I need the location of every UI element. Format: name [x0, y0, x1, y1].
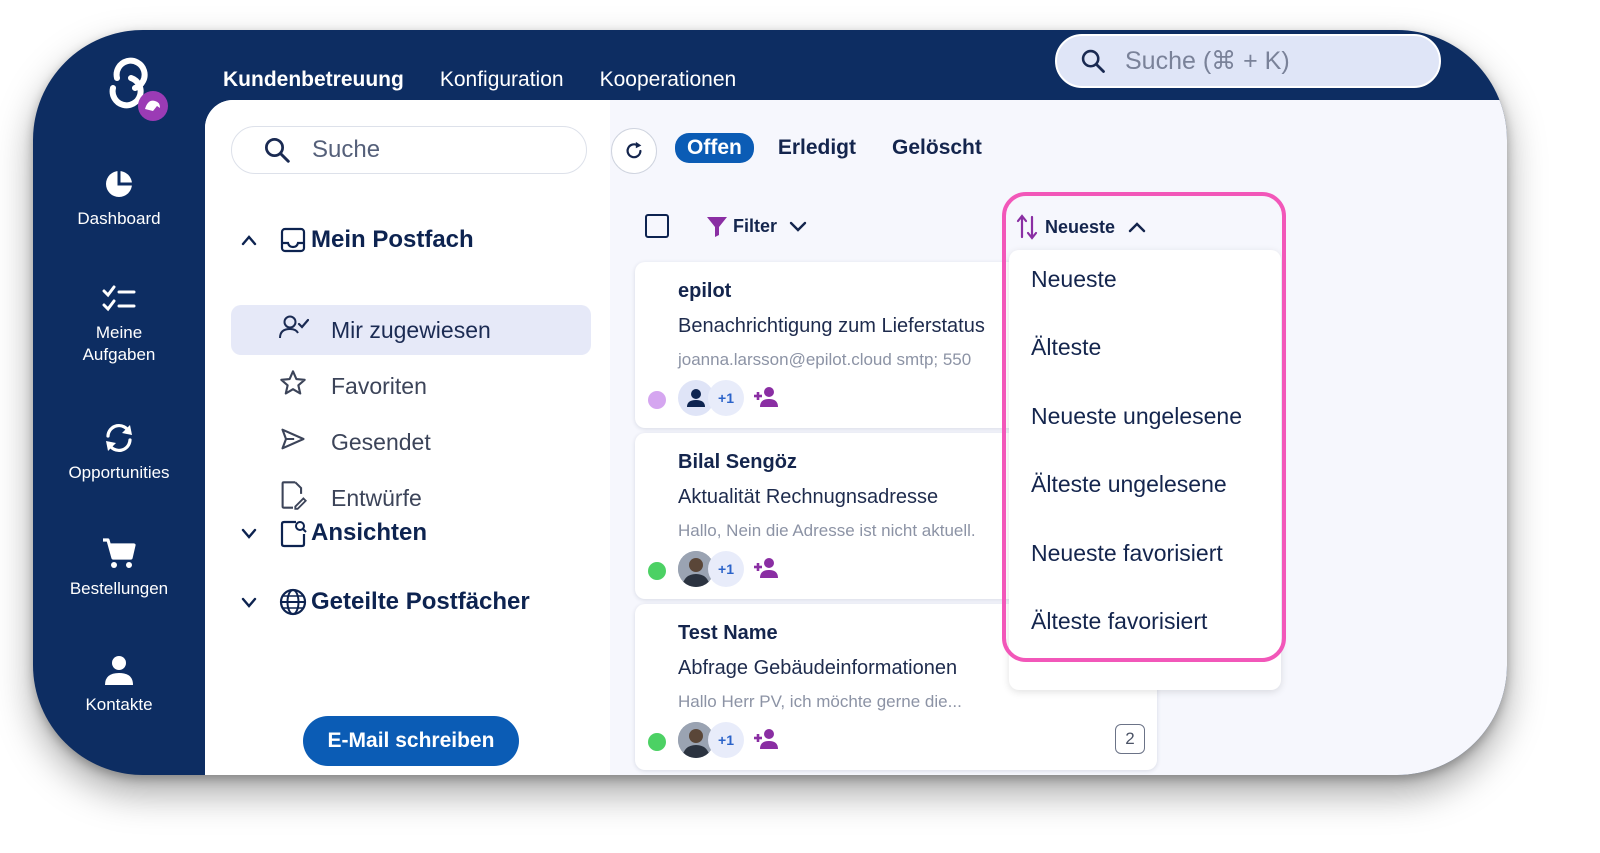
chevron-down-icon: [241, 528, 257, 539]
sort-option-aelteste[interactable]: Älteste: [1031, 334, 1101, 361]
thread-preview: Hallo Herr PV, ich möchte gerne die...: [678, 692, 962, 711]
sort-option-neueste-favorisiert[interactable]: Neueste favorisiert: [1031, 540, 1223, 567]
app-logo[interactable]: [91, 48, 168, 122]
section-geteilte-postfaecher[interactable]: Geteilte Postfächer: [239, 587, 530, 617]
folder-label: Entwürfe: [331, 484, 422, 511]
thread-subject: Benachrichtigung zum Lieferstatus: [678, 315, 985, 337]
draft-icon: [281, 481, 307, 510]
globe-icon: [279, 588, 307, 616]
sort-option-neueste-ungelesene[interactable]: Neueste ungelesene: [1031, 403, 1242, 430]
send-icon: [281, 428, 305, 450]
sidebar-item-label: Dashboard: [77, 209, 161, 228]
status-dot: [648, 562, 666, 580]
add-user-icon[interactable]: [753, 728, 781, 750]
folder-gesendet[interactable]: Gesendet: [231, 417, 591, 467]
tab-geloescht[interactable]: Gelöscht: [880, 133, 994, 163]
chevron-down-icon: [241, 597, 257, 608]
chevron-up-icon: [1128, 222, 1146, 233]
thread-subject: Aktualität Rechnugnsadresse: [678, 486, 939, 508]
user-check-icon: [279, 315, 310, 339]
assignee-avatars[interactable]: +1: [678, 722, 744, 758]
sort-option-aelteste-ungelesene[interactable]: Älteste ungelesene: [1031, 471, 1227, 498]
search-icon: [265, 138, 290, 163]
more-assignees-badge: +1: [708, 551, 744, 587]
inbox-icon: [280, 227, 306, 253]
sort-button[interactable]: Neueste: [1015, 213, 1151, 241]
sidebar-item-bestellungen[interactable]: Bestellungen: [33, 536, 205, 600]
sidebar-item-opportunities[interactable]: Opportunities: [33, 422, 205, 484]
list-toolbar: Filter: [645, 214, 811, 238]
section-label: Mein Postfach: [311, 226, 474, 253]
status-dot: [648, 733, 666, 751]
sidebar-item-meine-aufgaben[interactable]: Meine Aufgaben: [33, 284, 205, 366]
filter-icon: [707, 217, 727, 237]
folder-entwuerfe[interactable]: Entwürfe: [231, 473, 591, 523]
assignee-avatars[interactable]: +1: [678, 380, 744, 416]
sidebar-item-dashboard[interactable]: Dashboard: [33, 168, 205, 230]
app-window: Kundenbetreuung Konfiguration Kooperatio…: [33, 30, 1507, 775]
compose-email-button[interactable]: E-Mail schreiben: [303, 716, 519, 766]
section-ansichten[interactable]: Ansichten: [239, 518, 427, 548]
sidebar-item-label: Opportunities: [68, 463, 170, 482]
add-user-icon[interactable]: [753, 557, 781, 579]
folder-label: Favoriten: [331, 372, 427, 399]
star-icon: [280, 370, 306, 395]
views-icon: [280, 520, 307, 548]
section-label: Ansichten: [311, 519, 428, 546]
filter-label: Filter: [733, 215, 778, 236]
sidebar-item-label: Kontakte: [85, 695, 153, 714]
thread-preview: joanna.larsson@epilot.cloud smtp; 550: [678, 350, 972, 369]
sidebar-item-label: Meine Aufgaben: [82, 323, 156, 364]
main-panel: Suche Mein Postfach Mir zugewiesen Favor…: [205, 100, 1507, 775]
pie-chart-icon: [106, 171, 132, 197]
sort-dropdown-menu: Neueste Älteste Neueste ungelesene Ältes…: [1009, 250, 1281, 690]
folder-label: Gesendet: [331, 428, 431, 455]
cart-icon: [103, 538, 136, 568]
thread-sender: epilot: [678, 280, 732, 302]
sort-arrows-icon: [1016, 214, 1038, 240]
mailbox-panel: Suche Mein Postfach Mir zugewiesen Favor…: [205, 100, 610, 775]
mailbox-search-placeholder: Suche: [312, 136, 381, 163]
mailbox-search-input[interactable]: Suche: [231, 126, 587, 174]
refresh-button[interactable]: [611, 128, 657, 174]
add-user-icon[interactable]: [753, 386, 781, 408]
topnav-konfiguration[interactable]: Konfiguration: [440, 68, 564, 92]
topnav-kooperationen[interactable]: Kooperationen: [600, 68, 737, 92]
tab-offen[interactable]: Offen: [675, 133, 754, 163]
sort-option-aelteste-favorisiert[interactable]: Älteste favorisiert: [1031, 608, 1207, 635]
chevron-down-icon: [789, 221, 807, 232]
select-all-checkbox[interactable]: [645, 214, 669, 238]
global-search-input[interactable]: Suche (⌘ + K): [1055, 34, 1441, 88]
sort-option-neueste[interactable]: Neueste: [1031, 266, 1117, 293]
status-tabs: Offen Erledigt Gelöscht: [675, 133, 994, 163]
status-dot: [648, 391, 666, 409]
sort-label: Neueste: [1045, 216, 1116, 237]
message-count-badge: 2: [1115, 724, 1145, 754]
sidebar-item-kontakte[interactable]: Kontakte: [33, 654, 205, 716]
filter-button[interactable]: Filter: [705, 214, 811, 238]
thread-sender: Bilal Sengöz: [678, 451, 797, 473]
task-list-icon: [102, 285, 136, 312]
folder-favoriten[interactable]: Favoriten: [231, 361, 591, 411]
assignee-avatars[interactable]: +1: [678, 551, 744, 587]
refresh-icon: [626, 141, 642, 159]
section-mein-postfach[interactable]: Mein Postfach: [239, 226, 474, 254]
more-assignees-badge: +1: [708, 380, 744, 416]
section-label: Geteilte Postfächer: [311, 588, 530, 615]
chevron-up-icon: [241, 235, 257, 246]
folder-mir-zugewiesen[interactable]: Mir zugewiesen: [231, 305, 591, 355]
person-icon: [105, 656, 133, 685]
global-search-placeholder: Suche (⌘ + K): [1125, 47, 1290, 75]
tab-erledigt[interactable]: Erledigt: [766, 133, 868, 163]
thread-subject: Abfrage Gebäudeinformationen: [678, 657, 958, 679]
sidebar-item-label: Bestellungen: [69, 579, 169, 598]
thread-sender: Test Name: [678, 622, 778, 644]
topnav-kundenbetreuung[interactable]: Kundenbetreuung: [223, 68, 404, 92]
search-icon: [1081, 49, 1105, 73]
more-assignees-badge: +1: [708, 722, 744, 758]
folder-label: Mir zugewiesen: [331, 316, 491, 343]
sync-icon: [106, 423, 132, 453]
thread-preview: Hallo, Nein die Adresse ist nicht aktuel…: [678, 521, 976, 540]
